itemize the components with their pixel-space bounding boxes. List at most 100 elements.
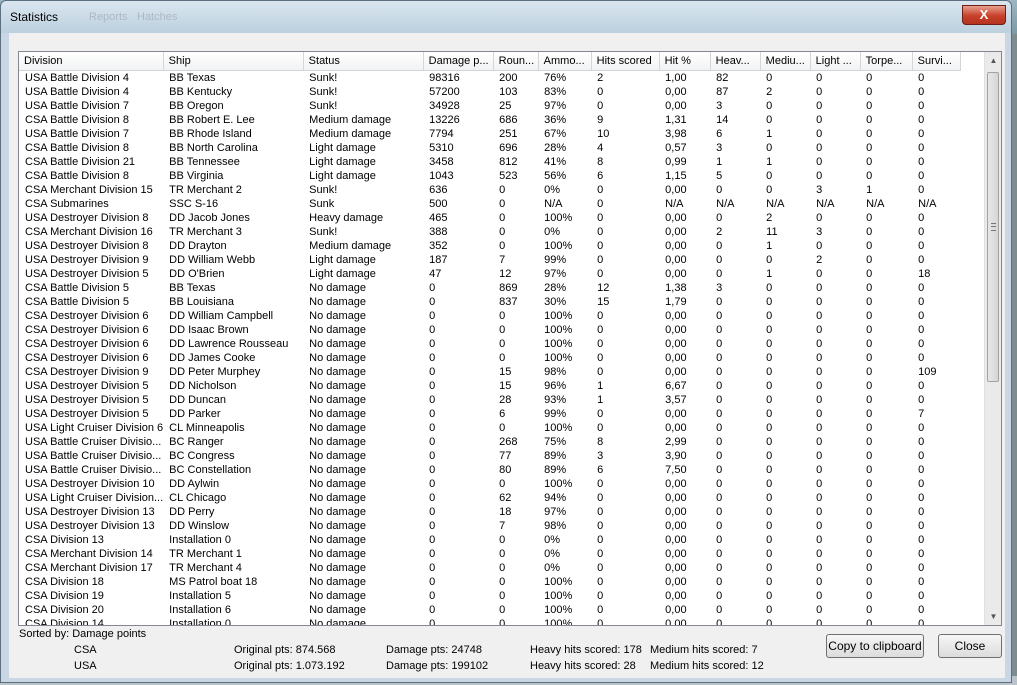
table-row[interactable]: CSA Merchant Division 16 TR Merchant 3 Sun…: [19, 225, 960, 239]
cell-ship: BB North Carolina: [169, 141, 258, 154]
cell-heavy: 2: [716, 225, 723, 238]
column-header-damage-points[interactable]: Damage p...: [423, 52, 494, 71]
table-row[interactable]: CSA Merchant Division 15 TR Merchant 2 Sun…: [19, 183, 960, 197]
column-header-division[interactable]: Division: [19, 52, 164, 71]
cell-division: USA Battle Cruiser Divisio...: [25, 449, 162, 462]
table-row[interactable]: USA Destroyer Division 5 DD Duncan No dama…: [19, 393, 960, 407]
column-header-medium[interactable]: Mediu...: [760, 52, 811, 71]
cell-division: CSA Submarines: [25, 197, 109, 210]
table-row[interactable]: CSA Destroyer Division 9 DD Peter Murphey…: [19, 365, 960, 379]
column-header-survivors[interactable]: Survi...: [912, 52, 961, 71]
table-row[interactable]: USA Destroyer Division 5 DD O'Brien Light …: [19, 267, 960, 281]
table-row[interactable]: CSA Division 19 Installation 5 No damage 0 0…: [19, 589, 960, 603]
column-header-torpedo[interactable]: Torpe...: [860, 52, 913, 71]
copy-to-clipboard-button[interactable]: Copy to clipboard: [826, 634, 924, 658]
statistics-list[interactable]: Division Ship Status Damage p... Roun... Ammo…: [18, 51, 1002, 626]
cell-survivors: 0: [918, 113, 925, 126]
cell-rounds: 0: [499, 533, 506, 546]
table-row[interactable]: CSA Battle Division 5 BB Louisiana No dama…: [19, 295, 960, 309]
cell-damage-points: 3458: [429, 155, 454, 168]
cell-medium: 0: [766, 337, 773, 350]
table-row[interactable]: CSA Destroyer Division 6 DD Lawrence Rous…: [19, 337, 960, 351]
cell-medium: 0: [766, 99, 773, 112]
column-header-hits-scored[interactable]: Hits scored: [591, 52, 660, 71]
cell-heavy: 0: [716, 477, 723, 490]
close-button[interactable]: Close: [938, 634, 1002, 658]
scroll-up-arrow-icon[interactable]: ▲: [985, 52, 1001, 69]
cell-status: Medium damage: [309, 113, 392, 126]
cell-division: USA Battle Cruiser Divisio...: [25, 463, 162, 476]
cell-heavy: 0: [716, 463, 723, 476]
cell-hit-percent: N/A: [665, 197, 684, 210]
column-header-rounds[interactable]: Roun...: [493, 52, 539, 71]
table-row[interactable]: CSA Battle Division 21 BB Tennessee Light …: [19, 155, 960, 169]
table-row[interactable]: USA Destroyer Division 8 DD Drayton Medium…: [19, 239, 960, 253]
cell-damage-points: 47: [429, 267, 442, 280]
scrollbar-thumb[interactable]: [987, 72, 999, 382]
cell-medium: 0: [766, 71, 773, 84]
cell-rounds: 0: [499, 575, 506, 588]
table-row[interactable]: CSA Destroyer Division 6 DD Isaac Brown No…: [19, 323, 960, 337]
table-row[interactable]: USA Battle Division 7 BB Rhode Island Medi…: [19, 127, 960, 141]
table-row[interactable]: USA Battle Cruiser Divisio... BC Constell…: [19, 463, 960, 477]
table-row[interactable]: USA Battle Division 7 BB Oregon Sunk! 34928…: [19, 99, 960, 113]
table-row[interactable]: USA Destroyer Division 13 DD Winslow No da…: [19, 519, 960, 533]
table-row[interactable]: CSA Battle Division 8 BB Virginia Light da…: [19, 169, 960, 183]
column-header-status[interactable]: Status: [303, 52, 424, 71]
table-row[interactable]: CSA Battle Division 5 BB Texas No damage 0 8…: [19, 281, 960, 295]
table-row[interactable]: USA Destroyer Division 10 DD Aylwin No dam…: [19, 477, 960, 491]
vertical-scrollbar[interactable]: ▲ ▼: [984, 52, 1001, 625]
cell-damage-points: 0: [429, 519, 436, 532]
column-header-ammo[interactable]: Ammo...: [538, 52, 592, 71]
table-row[interactable]: USA Light Cruiser Division... CL Chicago N…: [19, 491, 960, 505]
table-row[interactable]: CSA Merchant Division 17 TR Merchant 4 No …: [19, 561, 960, 575]
column-header-hit-percent[interactable]: Hit %: [659, 52, 711, 71]
table-row[interactable]: USA Destroyer Division 5 DD Nicholson No d…: [19, 379, 960, 393]
column-header-light[interactable]: Light ...: [810, 52, 861, 71]
table-row[interactable]: USA Battle Cruiser Divisio... BC Ranger No…: [19, 435, 960, 449]
table-row[interactable]: CSA Submarines SSC S-16 Sunk 500 0 N/A 0 N/A N/A…: [19, 197, 960, 211]
window-close-button[interactable]: X: [962, 5, 1006, 25]
table-row[interactable]: CSA Battle Division 8 BB Robert E. Lee Med…: [19, 113, 960, 127]
table-row[interactable]: CSA Destroyer Division 6 DD James Cooke No…: [19, 351, 960, 365]
table-row[interactable]: CSA Division 14 Installation 0 No damage 0 0…: [19, 617, 960, 626]
cell-ship: SSC S-16: [169, 197, 219, 210]
table-row[interactable]: USA Light Cruiser Division 6 CL Minneapol…: [19, 421, 960, 435]
table-row[interactable]: USA Destroyer Division 13 DD Perry No dama…: [19, 505, 960, 519]
table-row[interactable]: CSA Battle Division 8 BB North Carolina Li…: [19, 141, 960, 155]
table-row[interactable]: USA Destroyer Division 8 DD Jacob Jones He…: [19, 211, 960, 225]
column-header-heavy[interactable]: Heav...: [710, 52, 761, 71]
table-row[interactable]: USA Battle Cruiser Divisio... BC Congress…: [19, 449, 960, 463]
table-row[interactable]: CSA Merchant Division 14 TR Merchant 1 No …: [19, 547, 960, 561]
cell-hits-scored: 0: [597, 225, 604, 238]
table-row[interactable]: CSA Destroyer Division 6 DD William Campb…: [19, 309, 960, 323]
cell-ammo: 100%: [544, 309, 573, 322]
cell-hits-scored: 0: [597, 183, 604, 196]
cell-survivors: 0: [918, 379, 925, 392]
cell-medium: 0: [766, 547, 773, 560]
cell-hit-percent: 7,50: [665, 463, 687, 476]
cell-rounds: 0: [499, 211, 506, 224]
cell-hits-scored: 0: [597, 561, 604, 574]
table-row[interactable]: CSA Division 18 MS Patrol boat 18 No damag…: [19, 575, 960, 589]
table-row[interactable]: USA Destroyer Division 5 DD Parker No dama…: [19, 407, 960, 421]
title-bar[interactable]: Statistics Reports Hatches X: [1, 1, 1011, 33]
cell-ammo: 100%: [544, 239, 573, 252]
column-header-ship[interactable]: Ship: [163, 52, 304, 71]
table-row[interactable]: USA Destroyer Division 9 DD William Webb L…: [19, 253, 960, 267]
cell-damage-points: 0: [429, 421, 436, 434]
cell-rounds: 0: [499, 477, 506, 490]
scroll-down-arrow-icon[interactable]: ▼: [985, 608, 1001, 625]
cell-medium: 0: [766, 295, 773, 308]
table-row[interactable]: USA Battle Division 4 BB Texas Sunk! 98316 2…: [19, 70, 960, 85]
cell-torpedo: 0: [866, 267, 873, 280]
cell-rounds: 0: [499, 421, 506, 434]
cell-rounds: 103: [499, 85, 518, 98]
cell-heavy: 3: [716, 99, 723, 112]
table-row[interactable]: USA Battle Division 4 BB Kentucky Sunk! 572…: [19, 85, 960, 99]
cell-status: Medium damage: [309, 127, 392, 140]
table-row[interactable]: CSA Division 20 Installation 6 No damage 0 0…: [19, 603, 960, 617]
table-row[interactable]: CSA Division 13 Installation 0 No damage 0 0…: [19, 533, 960, 547]
cell-hits-scored: 8: [597, 435, 604, 448]
cell-ammo: N/A: [544, 197, 563, 210]
